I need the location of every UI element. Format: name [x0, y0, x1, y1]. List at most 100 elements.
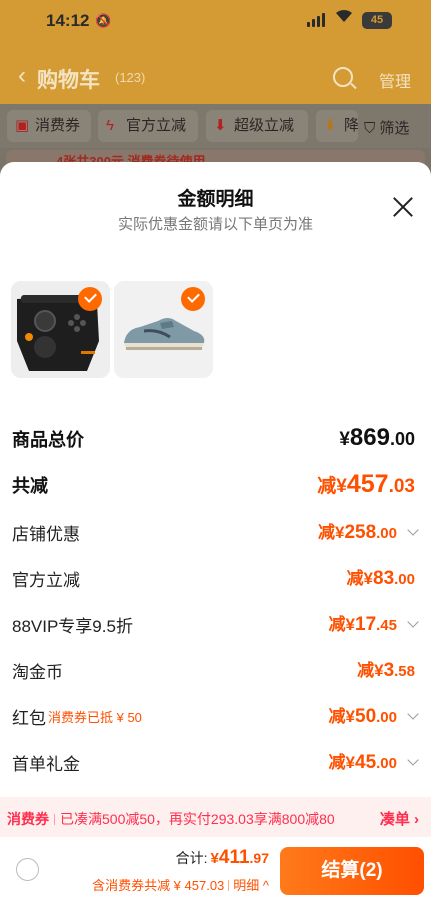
currency-symbol: ¥: [336, 476, 347, 497]
cart-nav-bar: ‹ 购物车 (123) 管理: [0, 56, 431, 100]
add-items-link[interactable]: 凑单 ›: [380, 808, 419, 829]
product-thumbnail-gamepad[interactable]: [11, 281, 110, 378]
amount-integer: 17: [355, 614, 377, 635]
amount-integer: 83: [373, 568, 395, 589]
first-order-value: 减 ¥45.00: [329, 748, 397, 774]
chip-label: 官方立减: [126, 117, 187, 134]
chevron-down-icon[interactable]: [407, 524, 419, 536]
battery-icon: 45: [362, 12, 392, 29]
vip-discount-value: 减 ¥17.45: [329, 610, 397, 636]
coupon-icon: ▣: [15, 117, 30, 134]
amount-decimal: .00: [394, 571, 415, 588]
currency-symbol: ¥: [334, 523, 345, 542]
page-title: 购物车: [37, 69, 100, 92]
checkout-footer: 合计: ¥ 411 .97 含消费券共减 ¥ 457.03 明细 ^ 结算(2): [0, 837, 431, 901]
sheet-subtitle: 实际优惠金额请以下单页为准: [117, 216, 313, 233]
amount-integer: 258: [344, 522, 377, 543]
amount-decimal: .00: [389, 429, 415, 449]
amount-integer: 45: [355, 752, 377, 773]
selected-check-icon[interactable]: [181, 287, 205, 311]
discount-prefix: 减: [328, 753, 346, 772]
chip-official-discount[interactable]: ϟ 官方立减: [98, 110, 198, 142]
chevron-down-icon[interactable]: [407, 616, 419, 628]
filter-label: 筛选: [379, 120, 410, 137]
amount-detail-sheet: 金额明细 实际优惠金额请以下单页为准 商品总价 ¥ 869 .00 共减 减 ¥…: [0, 162, 431, 901]
chip-coupon[interactable]: ▣ 消费券: [7, 110, 91, 142]
currency-symbol: ¥: [345, 707, 355, 726]
selected-check-icon[interactable]: [78, 287, 102, 311]
arrow-down-icon: ⬇: [214, 117, 227, 134]
red-packet-value: 减 ¥50.00: [329, 702, 397, 728]
amount-decimal: .97: [249, 850, 269, 866]
banner-tag: 消费券: [7, 811, 49, 827]
red-packet-note: 消费券已抵 ¥ 50: [48, 710, 142, 725]
select-all-radio[interactable]: [16, 858, 39, 881]
row-official-discount: 官方立减 减 ¥83.00: [0, 558, 431, 598]
sum-subtext: 含消费券共减 ¥ 457.03 明细 ^: [92, 875, 269, 894]
discount-prefix: 减: [317, 476, 337, 497]
arrow-down-icon: ⬇: [324, 117, 337, 134]
discount-prefix: 减: [357, 661, 375, 680]
product-thumbnail-sneaker[interactable]: [114, 281, 213, 378]
checkout-button[interactable]: 结算(2): [280, 847, 424, 895]
details-toggle[interactable]: 明细 ^: [233, 878, 269, 893]
row-label: 店铺优惠: [12, 525, 80, 544]
banner-text: 消费券 已凑满500减50，再实付293.03享满800减80: [7, 809, 335, 829]
coupon-progress-banner: 消费券 已凑满500减50，再实付293.03享满800减80 凑单 ›: [0, 797, 431, 837]
amount-integer: 50: [355, 706, 377, 727]
amount-decimal: .00: [376, 525, 397, 542]
cart-header-background: 14:12 🔕 45 ‹ 购物车 (123) 管理: [0, 0, 431, 104]
amount-decimal: .00: [376, 755, 397, 772]
chip-super-discount[interactable]: ⬇ 超级立减: [206, 110, 308, 142]
row-store-discount[interactable]: 店铺优惠 减 ¥258.00: [0, 512, 431, 552]
amount-integer: 3: [383, 660, 395, 681]
row-total-discount: 共减 减 ¥457.03: [0, 464, 431, 504]
discount-prefix: 减: [317, 523, 335, 542]
amount-decimal: .00: [376, 709, 397, 726]
currency-symbol: ¥: [210, 850, 219, 867]
row-label: 官方立减: [12, 571, 80, 590]
row-label: 红包: [12, 709, 46, 728]
currency-symbol: ¥: [374, 661, 384, 680]
manage-button[interactable]: 管理: [379, 68, 411, 92]
filter-button[interactable]: ⛉ 筛选: [364, 117, 409, 138]
cellular-signal-icon: [307, 12, 325, 27]
official-discount-value: 减 ¥83.00: [347, 564, 415, 590]
row-red-packet[interactable]: 红包 消费券已抵 ¥ 50 减 ¥50.00: [0, 696, 431, 736]
chip-label: 降: [344, 117, 358, 134]
amount-integer: 457: [346, 470, 389, 498]
amount-integer: 869: [349, 424, 390, 451]
currency-symbol: ¥: [345, 615, 355, 634]
savings-text: 含消费券共减 ¥ 457.03: [92, 878, 225, 893]
chip-price-drop[interactable]: ⬇ 降: [316, 110, 358, 142]
filter-chip-bar: ▣ 消费券 ϟ 官方立减 ⬇ 超级立减 ⬇ 降 ⛉ 筛选: [0, 104, 431, 148]
status-bar: 14:12 🔕 45: [0, 0, 431, 44]
amount-decimal: .45: [376, 617, 397, 634]
currency-symbol: ¥: [363, 569, 373, 588]
row-label: 首单礼金: [12, 755, 80, 774]
status-time: 14:12: [46, 11, 90, 30]
mute-bell-icon: 🔕: [95, 13, 112, 28]
chevron-down-icon[interactable]: [407, 754, 419, 766]
chevron-down-icon[interactable]: [407, 708, 419, 720]
total-price-value: ¥869.00: [339, 424, 415, 452]
row-vip-discount[interactable]: 88VIP专享9.5折 减 ¥17.45: [0, 604, 431, 644]
back-chevron-icon[interactable]: ‹: [18, 62, 26, 90]
wifi-icon: [335, 9, 353, 28]
row-label: 共减: [12, 476, 48, 496]
row-taojinbi: 淘金币 减 ¥3.58: [0, 650, 431, 690]
close-icon[interactable]: [390, 194, 416, 220]
currency-symbol: ¥: [345, 753, 355, 772]
sheet-title: 金额明细: [177, 189, 254, 210]
chip-label: 超级立减: [234, 117, 295, 134]
row-label: 商品总价: [12, 430, 84, 450]
row-first-order-gift[interactable]: 首单礼金 减 ¥45.00: [0, 742, 431, 782]
banner-message: 已凑满500减50，再实付293.03享满800减80: [60, 811, 335, 827]
currency-symbol: ¥: [339, 429, 350, 450]
discount-prefix: 减: [328, 615, 346, 634]
store-discount-value: 减 ¥258.00: [318, 518, 397, 544]
lightning-icon: ϟ: [106, 117, 114, 134]
coins-discount-value: 减 ¥3.58: [357, 656, 415, 682]
amount-integer: 411: [218, 847, 250, 868]
search-icon[interactable]: [333, 67, 353, 87]
